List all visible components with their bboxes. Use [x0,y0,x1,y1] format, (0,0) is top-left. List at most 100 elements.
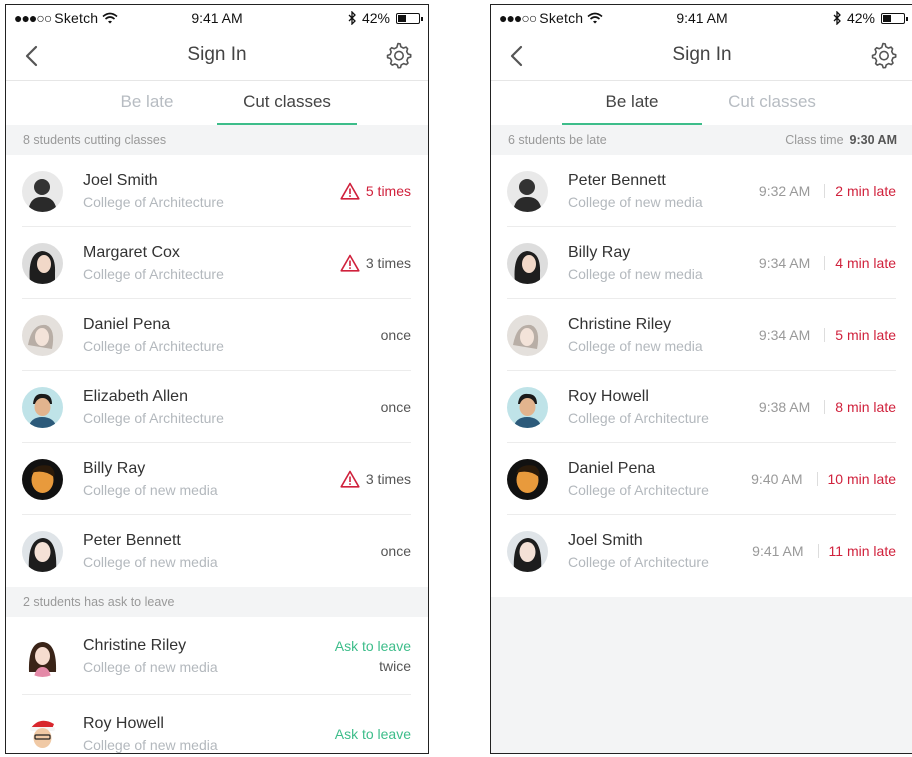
list-item[interactable]: Elizabeth Allen College of Architecture o… [6,371,428,443]
battery-percent: 42% [846,10,875,26]
list-item[interactable]: Christine Riley College of new media 9:34… [491,299,912,371]
avatar [22,636,63,677]
cut-count-label: once [380,543,411,559]
tab-be-late[interactable]: Be late [562,81,702,125]
page-title: Sign In [672,44,732,65]
cut-count: once [381,399,411,415]
gear-icon[interactable] [384,41,412,69]
class-time-value: 9:30 AM [849,133,897,147]
avatar [507,243,548,284]
student-name: Peter Bennett [568,172,666,189]
student-name: Billy Ray [83,460,146,477]
class-time: Class time 9:30 AM [785,133,897,147]
arrival-time: 9:40 AM [751,471,803,487]
divider [824,184,826,198]
status-right: 42% [348,10,423,26]
student-college: College of new media [83,659,218,675]
late-minutes: 11 min late [828,543,896,559]
list-item[interactable]: Roy Howell College of new media Ask to le… [6,695,428,755]
student-name: Elizabeth Allen [83,388,188,405]
list-item[interactable]: Daniel Pena College of Architecture 9:40 … [491,443,912,515]
cut-count: 5 times [340,182,411,200]
cut-count: once [381,543,411,559]
student-college: College of Architecture [83,194,224,210]
student-name: Christine Riley [568,316,672,333]
student-name: Margaret Cox [83,244,180,261]
avatar [22,714,63,755]
cut-count: once [381,327,411,343]
divider [824,400,826,414]
avatar [22,171,63,212]
student-college: College of new media [83,554,218,570]
divider [824,256,826,270]
list-item[interactable]: Peter Bennett College of new media 9:32 A… [491,155,912,227]
list-item[interactable]: Billy Ray College of new media 9:34 AM 4 m… [491,227,912,299]
status-right: 42% [833,10,908,26]
bluetooth-icon [833,11,841,25]
arrival-time: 9:41 AM [752,543,804,559]
arrival-time: 9:38 AM [758,399,811,415]
gear-icon[interactable] [869,41,897,69]
student-name: Daniel Pena [83,316,171,333]
list-item[interactable]: Daniel Pena College of Architecture once [6,299,428,371]
cut-count-label: 5 times [365,183,411,199]
tab-bar: Be late Cut classes [6,81,428,125]
student-name: Roy Howell [83,715,164,732]
cut-count: 3 times [340,470,411,488]
cut-count-label: once [380,399,411,415]
student-college: College of new media [83,482,218,498]
late-minutes: 5 min late [835,327,896,343]
status-bar: ●●●○○ Sketch 9:41 AM 42% [6,5,428,31]
tab-bar: Be late Cut classes [491,81,912,125]
list-item[interactable]: Billy Ray College of new media 3 times [6,443,428,515]
divider [817,544,819,558]
empty-area [491,597,912,753]
phone-screen-be-late: ●●●○○ Sketch 9:41 AM 42% Sign In Be late … [490,4,912,754]
tab-be-late[interactable]: Be late [77,81,217,125]
leave-status: Ask to leave [334,638,411,654]
avatar [507,315,548,356]
battery-icon [396,12,423,24]
student-name: Joel Smith [83,172,158,189]
tab-cut-classes[interactable]: Cut classes [217,81,357,125]
divider [824,328,826,342]
warning-icon [340,182,360,200]
avatar [22,459,63,500]
list-item[interactable]: Joel Smith College of Architecture 9:41 A… [491,515,912,587]
phone-screen-cut-classes: ●●●○○ Sketch 9:41 AM 42% Sign In Be late … [5,4,429,754]
list-item[interactable]: Christine Riley College of new media Ask … [6,617,428,695]
student-college: College of Architecture [568,410,709,426]
student-college: College of new media [568,338,703,354]
tab-cut-classes[interactable]: Cut classes [702,81,842,125]
avatar [507,387,548,428]
student-college: College of Architecture [83,338,224,354]
warning-icon [340,470,360,488]
nav-bar: Sign In [491,31,912,81]
cut-count-label: once [380,327,411,343]
section-label: 6 students be late [508,133,607,147]
class-time-label: Class time [785,133,844,147]
avatar [22,243,63,284]
nav-bar: Sign In [6,31,428,81]
student-name: Christine Riley [83,637,187,654]
page-title: Sign In [187,44,247,65]
list-item[interactable]: Peter Bennett College of new media once [6,515,428,587]
student-college: College of Architecture [568,554,709,570]
leave-status: Ask to leave [334,726,411,742]
student-college: College of Architecture [83,266,224,282]
list-item[interactable]: Margaret Cox College of Architecture 3 ti… [6,227,428,299]
warning-icon [340,254,360,272]
list-item[interactable]: Joel Smith College of Architecture 5 time… [6,155,428,227]
student-college: College of Architecture [568,482,709,498]
section-label: 2 students has ask to leave [23,595,175,609]
arrival-time: 9:32 AM [758,183,811,199]
avatar [22,531,63,572]
late-minutes: 10 min late [827,471,896,487]
student-college: College of new media [83,737,218,753]
late-minutes: 8 min late [835,399,896,415]
student-name: Joel Smith [568,532,643,549]
avatar [22,387,63,428]
list-item[interactable]: Roy Howell College of Architecture 9:38 A… [491,371,912,443]
leave-count: twice [379,658,411,674]
avatar [507,531,548,572]
